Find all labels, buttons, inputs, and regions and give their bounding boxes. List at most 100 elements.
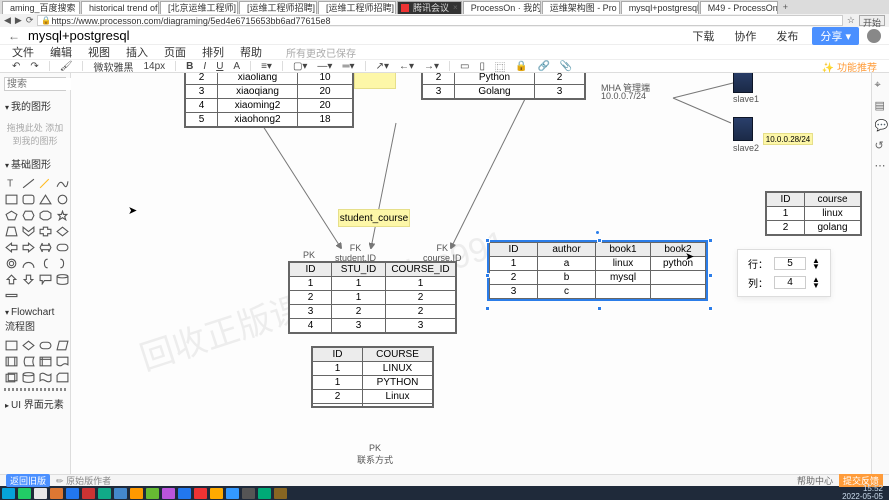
browser-tab[interactable]: [北京运维工程师]× bbox=[160, 1, 238, 14]
diagram-canvas[interactable]: 回收正版课+v: kunlun991 2xiaoliang103xiaoqian… bbox=[71, 73, 871, 474]
task-icon[interactable] bbox=[162, 488, 175, 499]
shape-arc[interactable] bbox=[21, 256, 36, 270]
browser-tab[interactable]: 腾讯会议× bbox=[397, 1, 462, 14]
close-icon[interactable]: × bbox=[453, 3, 458, 12]
rotate-handle[interactable] bbox=[595, 230, 600, 235]
sticky-student-course[interactable]: student_course bbox=[338, 209, 410, 227]
shape-minus[interactable] bbox=[4, 288, 19, 302]
task-icon[interactable] bbox=[130, 488, 143, 499]
slave1-node[interactable] bbox=[733, 73, 753, 93]
panel-ui-elements[interactable]: UI 界面元素 bbox=[0, 393, 70, 414]
cols-input[interactable] bbox=[774, 276, 806, 289]
system-clock[interactable]: 15:522022-05-05 bbox=[842, 485, 887, 501]
panel-basic-shapes[interactable]: 基础图形 bbox=[0, 153, 70, 174]
shape-arrowl[interactable] bbox=[4, 240, 19, 254]
font-selector[interactable]: 微软雅黑 bbox=[93, 59, 133, 74]
bold-button[interactable]: B bbox=[186, 61, 193, 72]
menu-help[interactable]: 帮助 bbox=[240, 44, 262, 60]
url-input[interactable]: 🔒https://www.processon.com/diagraming/5e… bbox=[37, 15, 843, 26]
shape-search[interactable]: 🔍 bbox=[4, 77, 66, 91]
shape-pencil[interactable] bbox=[38, 176, 53, 190]
sticky-note-yellow[interactable] bbox=[354, 73, 396, 89]
table-students-partial[interactable]: 2xiaoliang103xiaoqiang204xiaoming2205xia… bbox=[184, 73, 354, 128]
bring-front-icon[interactable]: ▭ bbox=[460, 61, 469, 72]
browser-tab[interactable]: 运维架构图 - Pro× bbox=[542, 1, 620, 14]
task-icon[interactable] bbox=[258, 488, 271, 499]
task-icon[interactable] bbox=[178, 488, 191, 499]
resize-handle[interactable] bbox=[597, 306, 602, 311]
shape-octagon[interactable] bbox=[38, 208, 53, 222]
task-icon[interactable] bbox=[98, 488, 111, 499]
table-dim-panel[interactable]: 行：▲▼ 列：▲▼ bbox=[737, 249, 831, 297]
shape-triangle[interactable] bbox=[38, 192, 53, 206]
table-course-right[interactable]: IDcourse1linux2golang bbox=[765, 191, 862, 236]
resize-handle[interactable] bbox=[708, 306, 713, 311]
task-icon[interactable] bbox=[226, 488, 239, 499]
task-icon[interactable] bbox=[274, 488, 287, 499]
reload-icon[interactable]: ⟳ bbox=[26, 15, 34, 26]
shape-arrowd[interactable] bbox=[21, 272, 36, 286]
browser-tab[interactable]: M49 - ProcessOn× bbox=[700, 1, 778, 14]
align-button[interactable]: ≡▾ bbox=[261, 61, 272, 72]
shape-freehand[interactable] bbox=[55, 176, 70, 190]
feature-rec-button[interactable]: ✨ 功能推荐 bbox=[822, 59, 877, 74]
arrow-start-button[interactable]: ←▾ bbox=[399, 61, 414, 72]
menu-page[interactable]: 页面 bbox=[164, 44, 186, 60]
shape-chevdown[interactable] bbox=[21, 224, 36, 238]
browser-tab[interactable]: [运维工程师招聘]× bbox=[318, 1, 396, 14]
shape-bracket-l[interactable] bbox=[38, 256, 53, 270]
group-icon[interactable]: ⿴ bbox=[495, 59, 505, 74]
shape-circle[interactable] bbox=[55, 192, 70, 206]
shape-predef[interactable] bbox=[4, 354, 19, 368]
italic-button[interactable]: I bbox=[203, 61, 206, 72]
shape-internal[interactable] bbox=[38, 354, 53, 368]
task-icon[interactable] bbox=[34, 488, 47, 499]
publish-button[interactable]: 发布 bbox=[770, 28, 804, 44]
menu-edit[interactable]: 编辑 bbox=[50, 44, 72, 60]
task-icon[interactable] bbox=[114, 488, 127, 499]
shape-terminator[interactable] bbox=[38, 338, 53, 352]
shape-process[interactable] bbox=[4, 338, 19, 352]
browser-tab[interactable]: aming_百度搜索× bbox=[2, 1, 80, 14]
shape-multidoc[interactable] bbox=[4, 370, 19, 384]
doc-title[interactable]: mysql+postgresql bbox=[28, 28, 130, 43]
shape-db[interactable] bbox=[21, 370, 36, 384]
collab-button[interactable]: 协作 bbox=[728, 28, 762, 44]
panel-my-shapes[interactable]: 我的图形 bbox=[0, 95, 70, 116]
undo-icon[interactable]: ↶ bbox=[12, 61, 20, 72]
slave2-node[interactable] bbox=[733, 117, 753, 141]
table-id-course[interactable]: IDCOURSE1LINUX1PYTHON2Linux bbox=[311, 346, 434, 408]
shape-diamond[interactable] bbox=[55, 224, 70, 238]
shape-cylinder[interactable] bbox=[55, 272, 70, 286]
share-button[interactable]: 分享 ▾ bbox=[812, 27, 859, 45]
attach-icon[interactable]: 📎 bbox=[560, 61, 572, 72]
shape-arrowr[interactable] bbox=[21, 240, 36, 254]
shape-arrowu[interactable] bbox=[4, 272, 19, 286]
star-icon[interactable]: ☆ bbox=[847, 15, 855, 26]
more-icon[interactable]: ⋯ bbox=[875, 159, 887, 171]
resize-handle[interactable] bbox=[485, 306, 490, 311]
browser-tab[interactable]: [运维工程师招聘]× bbox=[239, 1, 317, 14]
task-icon[interactable] bbox=[82, 488, 95, 499]
task-icon[interactable] bbox=[66, 488, 79, 499]
task-icon[interactable] bbox=[18, 488, 31, 499]
compass-icon[interactable]: ⌖ bbox=[875, 79, 887, 91]
shape-line[interactable] bbox=[21, 176, 36, 190]
stepper-icon[interactable]: ▲▼ bbox=[812, 258, 820, 269]
nav-fwd-icon[interactable]: ▶ bbox=[15, 15, 22, 26]
connector-button[interactable]: ↗▾ bbox=[376, 61, 389, 72]
download-button[interactable]: 下载 bbox=[686, 28, 720, 44]
shape-bracket-r[interactable] bbox=[55, 256, 70, 270]
resize-handle[interactable] bbox=[708, 273, 713, 278]
shape-roundrect[interactable] bbox=[21, 192, 36, 206]
shape-star[interactable] bbox=[55, 208, 70, 222]
menu-arrange[interactable]: 排列 bbox=[202, 44, 224, 60]
nav-back-icon[interactable]: ◀ bbox=[4, 15, 11, 26]
stepper-icon[interactable]: ▲▼ bbox=[812, 277, 820, 288]
text-color-button[interactable]: A bbox=[233, 61, 240, 72]
shape-card[interactable] bbox=[55, 370, 70, 384]
table-lang-top[interactable]: 2Python23Golang3 bbox=[421, 73, 586, 100]
shape-ring[interactable] bbox=[4, 256, 19, 270]
fill-color-button[interactable]: ▢▾ bbox=[293, 61, 307, 72]
start-icon[interactable] bbox=[2, 488, 15, 499]
